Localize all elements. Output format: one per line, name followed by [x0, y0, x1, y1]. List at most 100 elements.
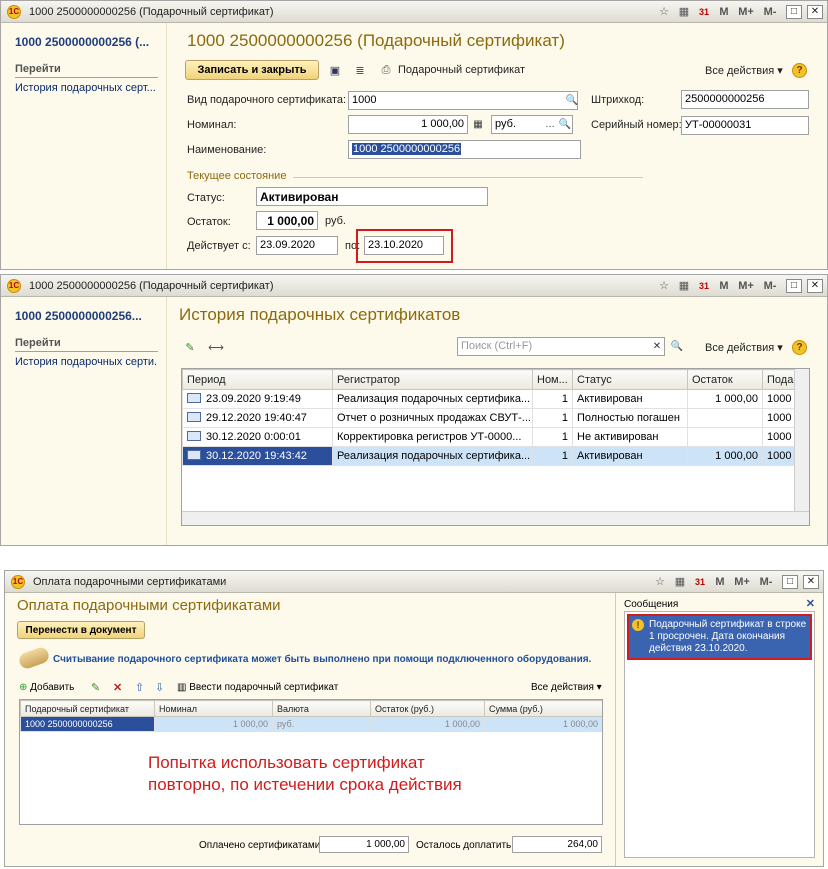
col-nominal[interactable]: Номинал — [154, 700, 273, 717]
horizontal-scrollbar[interactable] — [182, 511, 809, 525]
table-row-selected[interactable]: 1000 2500000000256 1 000,00 руб. 1 000,0… — [20, 716, 602, 732]
col-currency[interactable]: Валюта — [272, 700, 371, 717]
delete-icon[interactable]: ✕ — [113, 681, 122, 694]
message-item[interactable]: ! Подарочный сертификат в строке 1 проср… — [627, 614, 812, 660]
calculator-icon[interactable]: ▦ — [675, 4, 693, 20]
history-form: История подарочных сертификатов ✎ ⟷ Поис… — [173, 297, 827, 545]
cell-rest — [687, 427, 763, 447]
close-button[interactable]: ✕ — [807, 278, 823, 293]
memory-button[interactable]: M — [715, 278, 733, 294]
valid-from-field[interactable]: 23.09.2020 — [256, 236, 338, 255]
ellipsis-icon[interactable]: … — [542, 116, 558, 133]
name-field[interactable]: 1000 2500000000256 — [348, 140, 581, 159]
print-link[interactable]: Подарочный сертификат — [398, 64, 525, 76]
barcode-field[interactable]: 2500000000256 — [681, 90, 809, 109]
cell-nominal: 1 000,00 — [154, 716, 273, 732]
list-icon[interactable]: ≣ — [351, 62, 369, 78]
memory-minus-button[interactable]: M- — [759, 4, 781, 20]
favorites-icon[interactable]: ☆ — [655, 4, 673, 20]
help-icon[interactable]: ? — [792, 340, 807, 355]
memory-plus-button[interactable]: M+ — [731, 574, 753, 590]
rest-field: 1 000,00 — [256, 211, 318, 230]
cell-status: Не активирован — [572, 427, 688, 447]
printer-icon[interactable]: ⎙ — [377, 62, 395, 78]
maximize-button[interactable]: □ — [782, 574, 798, 589]
calculator-icon[interactable]: ▦ — [470, 116, 486, 133]
type-field[interactable]: 1000 — [348, 91, 578, 110]
memory-plus-button[interactable]: M+ — [735, 278, 757, 294]
table-row[interactable]: 30.12.2020 0:00:01 Корректировка регистр… — [182, 427, 797, 447]
all-actions-label: Все действия — [531, 682, 594, 693]
close-messages-icon[interactable]: ✕ — [806, 597, 815, 610]
calculator-icon[interactable]: ▦ — [675, 278, 693, 294]
table-row-selected[interactable]: 30.12.2020 19:43:42 Реализация подарочны… — [182, 446, 797, 466]
calendar-icon[interactable]: 31 — [695, 278, 713, 294]
search-icon[interactable]: 🔍 — [669, 338, 685, 355]
memory-minus-button[interactable]: M- — [755, 574, 777, 590]
all-actions-menu[interactable]: Все действия ▾ — [705, 64, 783, 77]
history-table: Период Регистратор Ном... Статус Остаток… — [181, 368, 810, 526]
col-rest[interactable]: Остаток — [687, 369, 763, 390]
edit-icon[interactable]: ✎ — [181, 339, 199, 355]
vertical-scrollbar[interactable] — [794, 369, 809, 511]
col-certificate[interactable]: Подарочный сертификат — [20, 700, 155, 717]
cell-registrar: Реализация подарочных сертифика... — [332, 389, 533, 409]
rest-unit: руб. — [325, 215, 346, 227]
col-gift[interactable]: Подар — [762, 369, 797, 390]
memory-minus-button[interactable]: M- — [759, 278, 781, 294]
enter-cert-button[interactable]: ▥ Ввести подарочный сертификат — [177, 682, 338, 693]
form-title: История подарочных сертификатов — [179, 305, 461, 324]
cell-period: 23.09.2020 9:19:49 — [206, 393, 301, 405]
table-row[interactable]: 29.12.2020 19:40:47 Отчет о розничных пр… — [182, 408, 797, 428]
history-link[interactable]: История подарочных серти... — [15, 356, 158, 368]
search-icon[interactable]: 🔍 — [557, 116, 573, 133]
close-button[interactable]: ✕ — [803, 574, 819, 589]
move-up-icon[interactable]: ⇧ — [135, 681, 144, 694]
col-period[interactable]: Период — [182, 369, 333, 390]
all-actions-menu[interactable]: Все действия ▾ — [705, 341, 783, 354]
maximize-button[interactable]: □ — [786, 278, 802, 293]
nominal-label: Номинал: — [187, 119, 237, 131]
favorites-icon[interactable]: ☆ — [655, 278, 673, 294]
payment-form: Оплата подарочными сертификатами Перенес… — [5, 593, 609, 866]
paid-label: Оплачено сертификатами: — [199, 840, 324, 851]
chevron-down-icon: ▾ — [777, 65, 783, 77]
edit-icon[interactable]: ✎ — [91, 681, 100, 694]
cell-rest: 1 000,00 — [687, 389, 763, 409]
col-registrar[interactable]: Регистратор — [332, 369, 533, 390]
table-row[interactable]: 23.09.2020 9:19:49 Реализация подарочных… — [182, 389, 797, 409]
search-input[interactable]: Поиск (Ctrl+F) — [457, 337, 665, 356]
memory-button[interactable]: M — [715, 4, 733, 20]
add-button[interactable]: ⊕ Добавить — [19, 682, 74, 693]
all-actions-menu[interactable]: Все действия ▾ — [531, 682, 602, 693]
link-icon[interactable]: ⟷ — [207, 339, 225, 355]
memory-button[interactable]: M — [711, 574, 729, 590]
save-close-button[interactable]: Записать и закрыть — [185, 60, 319, 80]
serial-field[interactable]: УТ-00000031 — [681, 116, 809, 135]
nominal-field[interactable]: 1 000,00 — [348, 115, 468, 134]
favorites-icon[interactable]: ☆ — [651, 574, 669, 590]
messages-title: Сообщения — [624, 599, 679, 610]
memory-plus-button[interactable]: M+ — [735, 4, 757, 20]
transfer-button[interactable]: Перенести в документ — [17, 621, 145, 639]
help-icon[interactable]: ? — [792, 63, 807, 78]
history-link[interactable]: История подарочных серт... — [15, 82, 158, 94]
maximize-button[interactable]: □ — [786, 4, 802, 19]
status-label: Статус: — [187, 192, 225, 204]
clear-search-icon[interactable]: ✕ — [649, 338, 665, 355]
search-icon[interactable]: 🔍 — [564, 92, 580, 109]
col-sum[interactable]: Сумма (руб.) — [484, 700, 602, 717]
cell-gift: 1000 2 — [762, 389, 797, 409]
save-icon[interactable]: ▣ — [326, 62, 344, 78]
close-button[interactable]: ✕ — [807, 4, 823, 19]
form-title: 1000 2500000000256 (Подарочный сертифика… — [187, 31, 565, 50]
calendar-icon[interactable]: 31 — [691, 574, 709, 590]
col-status[interactable]: Статус — [572, 369, 688, 390]
col-number[interactable]: Ном... — [532, 369, 573, 390]
move-down-icon[interactable]: ⇩ — [155, 681, 164, 694]
col-rest[interactable]: Остаток (руб.) — [370, 700, 485, 717]
calculator-icon[interactable]: ▦ — [671, 574, 689, 590]
calendar-icon[interactable]: 31 — [695, 4, 713, 20]
cell-rest: 1 000,00 — [370, 716, 485, 732]
cell-number: 1 — [532, 446, 573, 466]
